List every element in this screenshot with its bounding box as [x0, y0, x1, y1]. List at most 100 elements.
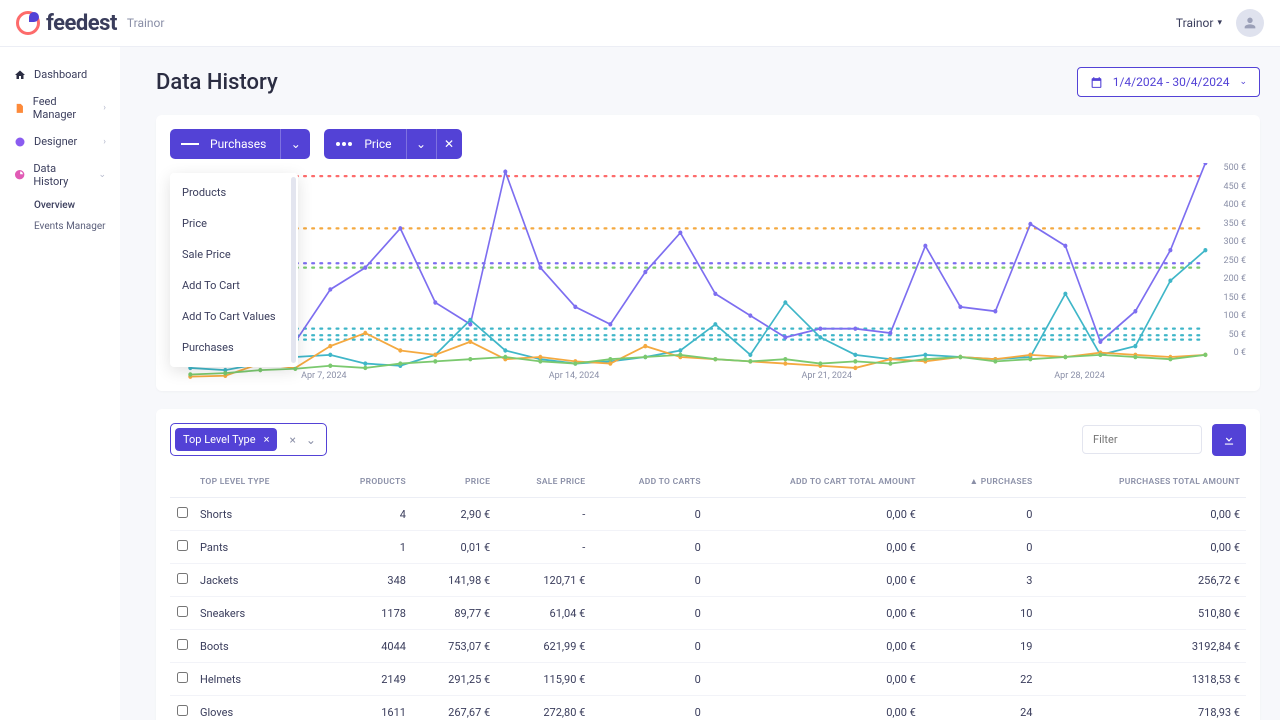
sidebar-sub-overview[interactable]: Overview [34, 195, 120, 216]
cell-purchases-total: 0,00 € [1038, 531, 1246, 564]
chart: 0 500 €450 €400 €350 €300 €250 €200 €150… [170, 163, 1246, 381]
cell-purchases: 0 [922, 531, 1039, 564]
cell-products: 1 [321, 531, 412, 564]
table-header[interactable]: TOP LEVEL TYPE [194, 466, 321, 498]
date-range-picker[interactable]: 1/4/2024 - 30/4/2024 ⌄ [1077, 67, 1260, 97]
chevron-down-icon[interactable]: ⌄ [280, 129, 310, 159]
chart-icon [14, 169, 25, 181]
cell-products: 1178 [321, 597, 412, 630]
cell-atc: 0 [591, 630, 707, 663]
table-header[interactable]: ADD TO CART TOTAL AMOUNT [707, 466, 922, 498]
sidebar-item-designer[interactable]: Designer › [0, 128, 120, 155]
chart-svg [170, 163, 1246, 381]
cell-sale: - [496, 531, 591, 564]
person-icon [1242, 15, 1258, 31]
cell-sale: 272,80 € [496, 696, 591, 720]
table-header[interactable]: PRODUCTS [321, 466, 412, 498]
cell-type: Helmets [194, 663, 321, 696]
cell-atc-total: 0,00 € [707, 630, 922, 663]
chart-card: Purchases ⌄ ProductsPriceSale PriceAdd T… [156, 115, 1260, 391]
logo-icon [16, 11, 40, 35]
cell-price: 2,90 € [412, 498, 496, 531]
cell-atc-total: 0,00 € [707, 498, 922, 531]
cell-type: Jackets [194, 564, 321, 597]
row-checkbox[interactable] [177, 507, 188, 518]
cell-atc-total: 0,00 € [707, 696, 922, 720]
dropdown-item[interactable]: Add To Cart Values [170, 301, 298, 332]
metric-chip-price[interactable]: Price ⌄ ✕ [324, 129, 461, 159]
cell-purchases-total: 256,72 € [1038, 564, 1246, 597]
sidebar-item-label: Data History [33, 162, 90, 188]
table-header[interactable]: PRICE [412, 466, 496, 498]
logo[interactable]: feedest [16, 11, 117, 36]
palette-icon [14, 136, 26, 148]
cell-type: Shorts [194, 498, 321, 531]
dropdown-item[interactable]: Price [170, 208, 298, 239]
date-range-text: 1/4/2024 - 30/4/2024 [1113, 75, 1230, 89]
sidebar: Dashboard Feed Manager › Designer › Data… [0, 47, 120, 720]
dropdown-item[interactable]: Products [170, 177, 298, 208]
cell-purchases: 19 [922, 630, 1039, 663]
cell-type: Gloves [194, 696, 321, 720]
cell-sale: 120,71 € [496, 564, 591, 597]
table-row: Gloves 1611 267,67 € 272,80 € 0 0,00 € 2… [170, 696, 1246, 720]
row-checkbox[interactable] [177, 672, 188, 683]
row-checkbox[interactable] [177, 540, 188, 551]
download-icon [1222, 433, 1236, 447]
clear-icon[interactable]: × [289, 433, 295, 447]
table-row: Pants 1 0,01 € - 0 0,00 € 0 0,00 € [170, 531, 1246, 564]
chevron-down-icon: ▾ [1217, 18, 1222, 28]
tenant-name: Trainor [127, 16, 165, 30]
download-button[interactable] [1212, 424, 1246, 456]
dropdown-item[interactable]: Add To Cart [170, 270, 298, 301]
row-checkbox[interactable] [177, 705, 188, 716]
row-checkbox[interactable] [177, 573, 188, 584]
table-row: Helmets 2149 291,25 € 115,90 € 0 0,00 € … [170, 663, 1246, 696]
dimension-filter[interactable]: Top Level Type × × ⌄ [170, 423, 327, 456]
cell-products: 4044 [321, 630, 412, 663]
row-checkbox[interactable] [177, 639, 188, 650]
cell-purchases-total: 718,93 € [1038, 696, 1246, 720]
chevron-right-icon: › [103, 137, 106, 147]
table-header[interactable]: ▲ PURCHASES [922, 466, 1039, 498]
cell-purchases: 24 [922, 696, 1039, 720]
cell-atc: 0 [591, 498, 707, 531]
cell-purchases-total: 510,80 € [1038, 597, 1246, 630]
sidebar-item-dashboard[interactable]: Dashboard [0, 61, 120, 88]
table-header[interactable]: PURCHASES TOTAL AMOUNT [1038, 466, 1246, 498]
chevron-down-icon[interactable]: ⌄ [406, 129, 436, 159]
cell-products: 348 [321, 564, 412, 597]
close-icon[interactable]: ✕ [436, 129, 462, 159]
cell-purchases-total: 0,00 € [1038, 498, 1246, 531]
cell-sale: - [496, 498, 591, 531]
chip-label: Price [364, 137, 405, 151]
close-icon[interactable]: × [264, 433, 270, 446]
dropdown-item[interactable]: Sale Price [170, 239, 298, 270]
cell-price: 291,25 € [412, 663, 496, 696]
calendar-icon [1090, 76, 1103, 89]
user-menu[interactable]: Trainor ▾ [1176, 16, 1222, 30]
sidebar-item-label: Feed Manager [33, 95, 96, 121]
cell-atc: 0 [591, 663, 707, 696]
dropdown-item[interactable]: Purchases [170, 332, 298, 363]
table-header[interactable]: ADD TO CARTS [591, 466, 707, 498]
chip-label: Purchases [210, 137, 280, 151]
cell-products: 4 [321, 498, 412, 531]
sidebar-sub-events-manager[interactable]: Events Manager [34, 216, 120, 237]
filter-input[interactable] [1082, 425, 1202, 454]
sidebar-item-data-history[interactable]: Data History ⌄ [0, 155, 120, 195]
metric-chip-purchases[interactable]: Purchases ⌄ [170, 129, 310, 159]
sidebar-subnav: Overview Events Manager [0, 195, 120, 237]
table-header[interactable]: SALE PRICE [496, 466, 591, 498]
chevron-down-icon[interactable]: ⌄ [306, 433, 316, 447]
avatar[interactable] [1236, 9, 1264, 37]
dots-icon [324, 141, 364, 147]
row-checkbox[interactable] [177, 606, 188, 617]
cell-purchases: 3 [922, 564, 1039, 597]
cell-price: 753,07 € [412, 630, 496, 663]
cell-price: 0,01 € [412, 531, 496, 564]
scrollbar[interactable] [291, 177, 296, 363]
filter-tag-label: Top Level Type [183, 433, 256, 446]
sidebar-item-feed-manager[interactable]: Feed Manager › [0, 88, 120, 128]
cell-atc-total: 0,00 € [707, 564, 922, 597]
